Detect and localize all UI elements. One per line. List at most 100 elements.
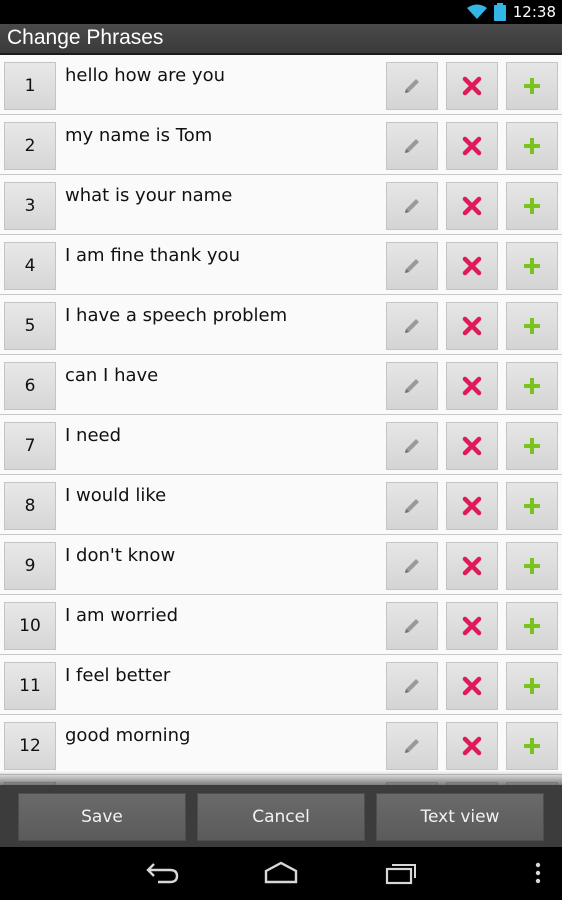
delete-button[interactable] [446,662,498,710]
list-item: 6 can I have [0,355,562,415]
button-bar: Save Cancel Text view [0,785,562,847]
nav-bar [0,847,562,900]
add-button[interactable] [506,482,558,530]
edit-button[interactable] [386,662,438,710]
cancel-button[interactable]: Cancel [197,793,365,841]
phrase-number-button[interactable]: 11 [4,662,56,710]
add-button[interactable] [506,242,558,290]
pencil-icon [405,619,419,633]
x-icon [462,436,482,456]
text-view-button[interactable]: Text view [376,793,544,841]
phrase-list[interactable]: 1 hello how are you 2 my name is Tom 3 w… [0,55,562,785]
delete-button[interactable] [446,722,498,770]
add-button[interactable] [506,722,558,770]
phrase-number-button[interactable]: 10 [4,602,56,650]
x-icon [462,556,482,576]
delete-button[interactable] [446,182,498,230]
delete-button[interactable] [446,422,498,470]
back-icon[interactable] [144,860,180,886]
x-icon [462,196,482,216]
x-icon [462,256,482,276]
list-item: 10 I am worried [0,595,562,655]
add-button[interactable] [506,602,558,650]
plus-icon [524,198,540,214]
delete-button[interactable] [446,302,498,350]
edit-button[interactable] [386,542,438,590]
plus-icon [524,138,540,154]
add-button[interactable] [506,662,558,710]
recent-apps-icon[interactable] [384,860,420,886]
phrase-number-button[interactable]: 1 [4,62,56,110]
delete-button[interactable] [446,122,498,170]
list-item: 3 what is your name [0,175,562,235]
x-icon [462,316,482,336]
overflow-menu-icon[interactable] [533,860,543,886]
delete-button[interactable] [446,62,498,110]
phrase-number-button[interactable]: 6 [4,362,56,410]
phrase-text: I am worried [65,605,179,626]
add-button[interactable] [506,122,558,170]
phrase-number-button[interactable]: 7 [4,422,56,470]
phrase-text: I need [65,425,122,446]
delete-button[interactable] [446,542,498,590]
save-button[interactable]: Save [18,793,186,841]
delete-button[interactable] [446,362,498,410]
edit-button[interactable] [386,122,438,170]
x-icon [462,616,482,636]
battery-icon [493,3,506,21]
edit-button[interactable] [386,722,438,770]
phrase-text: good morning [65,725,191,746]
pencil-icon [405,199,419,213]
list-item: 11 I feel better [0,655,562,715]
plus-icon [524,498,540,514]
add-button[interactable] [506,62,558,110]
phrase-number-button[interactable]: 9 [4,542,56,590]
phrase-number-button[interactable]: 2 [4,122,56,170]
plus-icon [524,438,540,454]
phrase-number-button[interactable]: 8 [4,482,56,530]
phrase-text: I have a speech problem [65,305,288,326]
edit-button[interactable] [386,422,438,470]
add-button[interactable] [506,542,558,590]
x-icon [462,76,482,96]
edit-button[interactable] [386,362,438,410]
phrase-number-button[interactable]: 12 [4,722,56,770]
home-icon[interactable] [263,860,299,886]
status-time: 12:38 [512,3,556,21]
phrase-text: I don't know [65,545,176,566]
phrase-text: what is your name [65,185,233,206]
plus-icon [524,378,540,394]
plus-icon [524,78,540,94]
add-button[interactable] [506,182,558,230]
x-icon [462,496,482,516]
pencil-icon [405,439,419,453]
list-item: 1 hello how are you [0,55,562,115]
pencil-icon [405,679,419,693]
delete-button[interactable] [446,242,498,290]
x-icon [462,736,482,756]
delete-button[interactable] [446,482,498,530]
delete-button[interactable] [446,602,498,650]
add-button[interactable] [506,422,558,470]
list-item: 2 my name is Tom [0,115,562,175]
edit-button[interactable] [386,242,438,290]
plus-icon [524,258,540,274]
edit-button[interactable] [386,482,438,530]
phrase-number-button[interactable]: 4 [4,242,56,290]
x-icon [462,376,482,396]
pencil-icon [405,259,419,273]
page-title: Change Phrases [7,26,164,49]
edit-button[interactable] [386,602,438,650]
edit-button[interactable] [386,182,438,230]
pencil-icon [405,559,419,573]
edit-button[interactable] [386,62,438,110]
list-item: 12 good morning [0,715,562,775]
add-button[interactable] [506,362,558,410]
add-button[interactable] [506,302,558,350]
phrase-number-button[interactable]: 3 [4,182,56,230]
phrase-number-button[interactable]: 5 [4,302,56,350]
edit-button[interactable] [386,302,438,350]
x-icon [462,136,482,156]
pencil-icon [405,79,419,93]
list-item: 8 I would like [0,475,562,535]
